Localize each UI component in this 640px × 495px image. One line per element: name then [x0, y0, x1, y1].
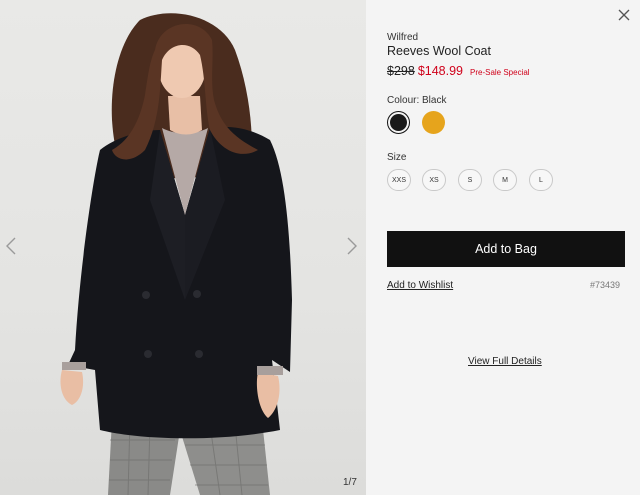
close-icon	[618, 9, 630, 21]
product-image-gallery: 1/7	[0, 0, 366, 495]
colour-swatch-black[interactable]	[387, 111, 410, 134]
add-to-wishlist-link[interactable]: Add to Wishlist	[387, 280, 453, 291]
close-button[interactable]	[617, 8, 631, 22]
size-option-xxs[interactable]: XXS	[387, 169, 411, 191]
swatch-fill	[422, 111, 445, 134]
size-option-l[interactable]: L	[529, 169, 553, 191]
product-brand: Wilfred	[387, 32, 419, 43]
size-label: Size	[387, 152, 407, 163]
size-option-m[interactable]: M	[493, 169, 517, 191]
product-name: Reeves Wool Coat	[387, 44, 491, 58]
colour-label: Colour: Black	[387, 95, 447, 106]
price-row: $298 $148.99 Pre-Sale Special	[387, 64, 530, 78]
promo-label: Pre-Sale Special	[470, 68, 530, 77]
image-counter: 1/7	[343, 477, 357, 488]
swatch-fill	[390, 114, 407, 131]
previous-image-button[interactable]	[2, 234, 20, 258]
product-sku: #73439	[590, 280, 621, 290]
quick-view-panel: Wilfred Reeves Wool Coat $298 $148.99 Pr…	[366, 0, 640, 495]
view-full-details-link[interactable]: View Full Details	[468, 356, 542, 367]
chevron-right-icon	[347, 237, 357, 255]
size-option-xs[interactable]: XS	[422, 169, 446, 191]
original-price: $298	[387, 64, 415, 78]
colour-swatch-mustard[interactable]	[422, 111, 445, 134]
size-option-s[interactable]: S	[458, 169, 482, 191]
next-image-button[interactable]	[343, 234, 361, 258]
add-to-bag-button[interactable]: Add to Bag	[387, 231, 625, 267]
product-photo	[60, 13, 292, 495]
sale-price: $148.99	[417, 64, 463, 78]
chevron-left-icon	[6, 237, 16, 255]
